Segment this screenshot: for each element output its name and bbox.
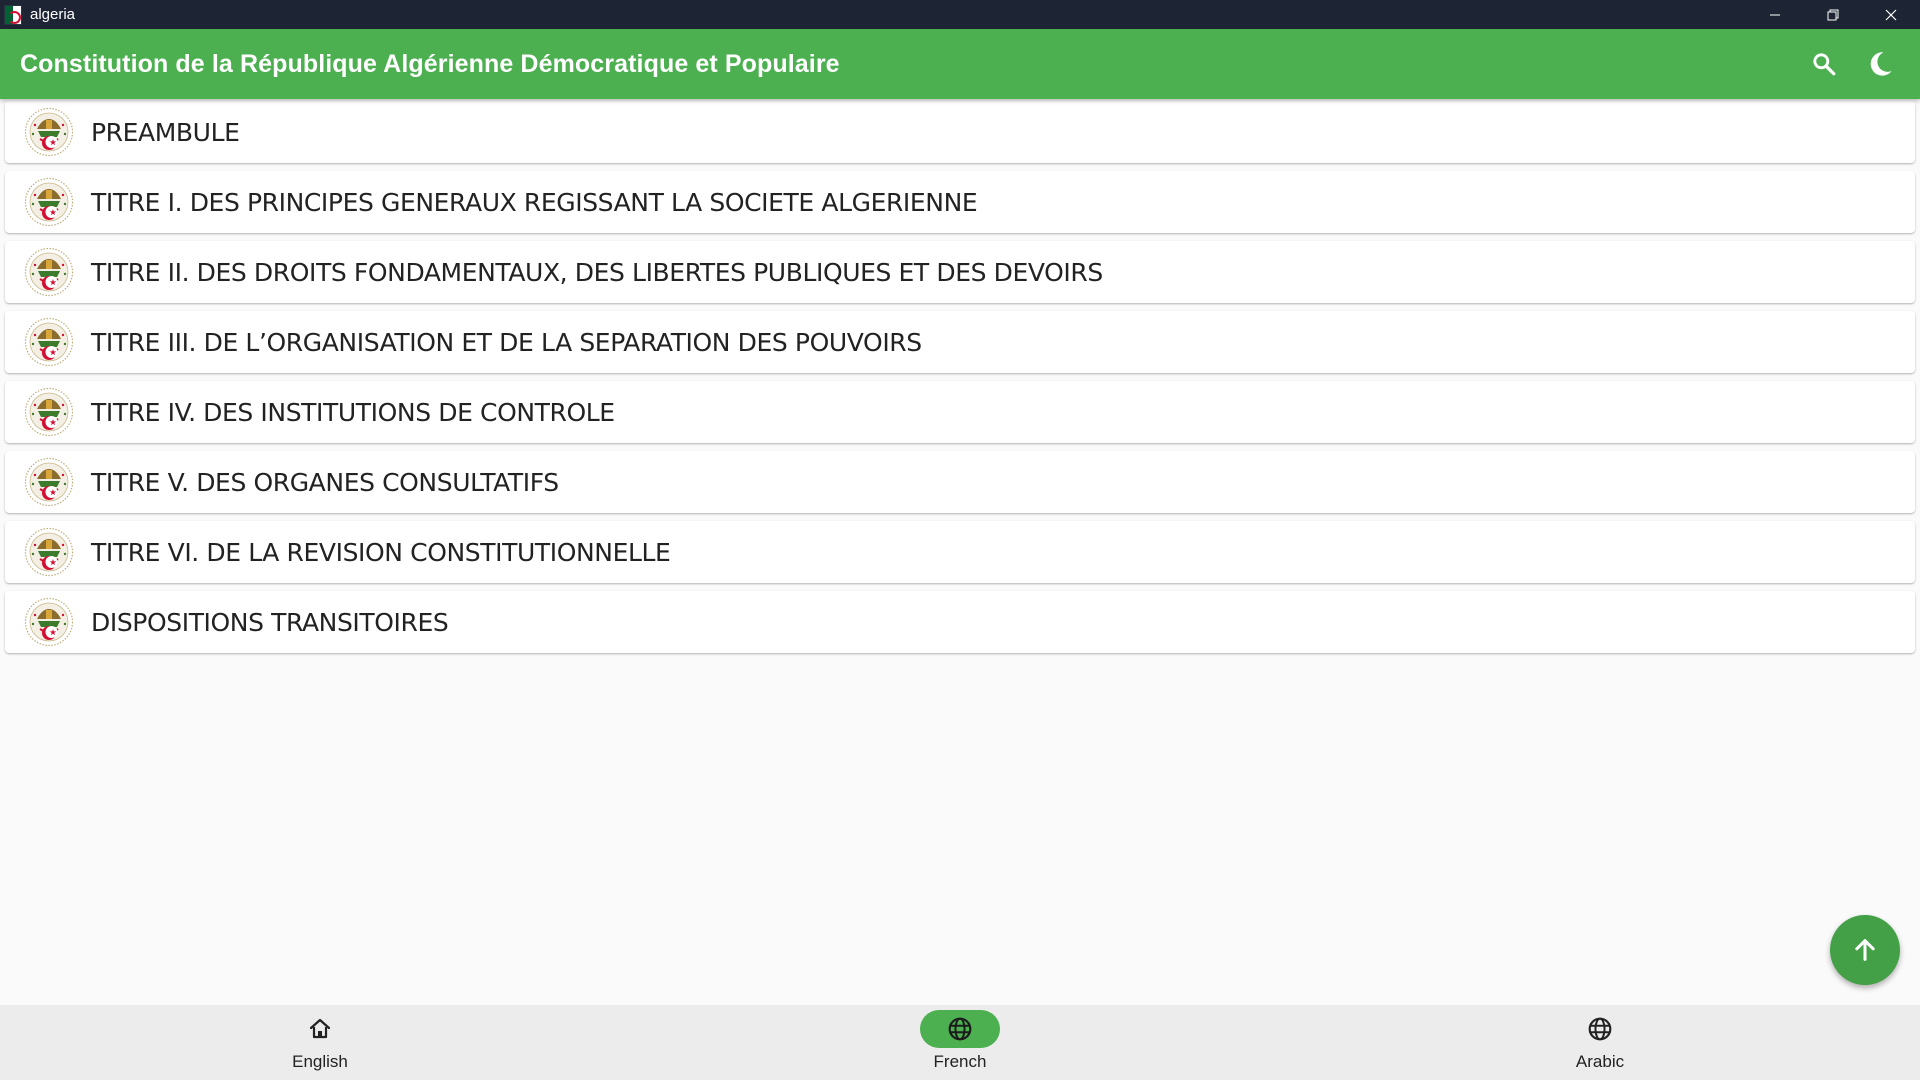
- search-icon: [1813, 53, 1836, 76]
- list-item[interactable]: TITRE IV. DES INSTITUTIONS DE CONTROLE: [5, 381, 1915, 443]
- list-item-label: PREAMBULE: [91, 117, 240, 147]
- nav-label: Arabic: [1575, 1052, 1625, 1071]
- list-item[interactable]: TITRE I. DES PRINCIPES GENERAUX REGISSAN…: [5, 171, 1915, 233]
- page-title: Constitution de la République Algérienne…: [20, 49, 840, 78]
- list-item-label: TITRE II. DES DROITS FONDAMENTAUX, DES L…: [91, 257, 1103, 287]
- dark-mode-button[interactable]: [1854, 38, 1906, 90]
- nav-icon-container: [920, 1010, 1000, 1048]
- nav-icon-container: [280, 1010, 360, 1048]
- algeria-emblem-icon: [24, 597, 74, 647]
- globe-icon: [948, 1017, 972, 1041]
- list-item-label: TITRE I. DES PRINCIPES GENERAUX REGISSAN…: [91, 187, 978, 217]
- algeria-emblem-icon: [24, 247, 74, 297]
- window-title: algeria: [30, 6, 76, 23]
- arrow-up-icon: [1855, 939, 1875, 961]
- algeria-emblem-icon: [24, 457, 74, 507]
- home-icon: [309, 1018, 331, 1039]
- nav-item-french[interactable]: French: [640, 1005, 1280, 1080]
- minimize-button[interactable]: [1746, 0, 1804, 29]
- algeria-emblem-icon: [24, 317, 74, 367]
- list-item[interactable]: DISPOSITIONS TRANSITOIRES: [5, 591, 1915, 653]
- nav-item-english[interactable]: English: [0, 1005, 640, 1080]
- search-button[interactable]: [1798, 38, 1850, 90]
- appbar-actions: [1794, 38, 1906, 90]
- app-bar: Constitution de la République Algérienne…: [0, 29, 1920, 99]
- list-item-label: TITRE V. DES ORGANES CONSULTATIFS: [91, 467, 559, 497]
- dark-mode-icon: [1870, 52, 1892, 76]
- list-item[interactable]: TITRE VI. DE LA REVISION CONSTITUTIONNEL…: [5, 521, 1915, 583]
- algeria-emblem-icon: [24, 107, 74, 157]
- window-titlebar: algeria: [0, 0, 1920, 29]
- list-item[interactable]: TITRE III. DE L’ORGANISATION ET DE LA SE…: [5, 311, 1915, 373]
- close-button[interactable]: [1862, 0, 1920, 29]
- restore-button[interactable]: [1804, 0, 1862, 29]
- list-item-label: TITRE VI. DE LA REVISION CONSTITUTIONNEL…: [91, 537, 671, 567]
- algeria-emblem-icon: [24, 177, 74, 227]
- bottom-navigation: English French Arabic: [0, 1005, 1920, 1080]
- list-item-label: TITRE III. DE L’ORGANISATION ET DE LA SE…: [91, 327, 922, 357]
- window-controls: [1746, 0, 1920, 29]
- algeria-flag-icon: [4, 4, 22, 25]
- scroll-to-top-button[interactable]: [1830, 915, 1900, 985]
- nav-icon-container: [1560, 1010, 1640, 1048]
- algeria-emblem-icon: [24, 527, 74, 577]
- list-item[interactable]: TITRE II. DES DROITS FONDAMENTAUX, DES L…: [5, 241, 1915, 303]
- algeria-emblem-icon: [24, 387, 74, 437]
- minimize-icon: [1770, 14, 1780, 15]
- list-item[interactable]: TITRE V. DES ORGANES CONSULTATIFS: [5, 451, 1915, 513]
- nav-label: French: [933, 1052, 987, 1071]
- list-item[interactable]: PREAMBULE: [5, 101, 1915, 163]
- close-icon: [1885, 9, 1897, 20]
- restore-icon: [1827, 9, 1839, 20]
- list-item-label: TITRE IV. DES INSTITUTIONS DE CONTROLE: [91, 397, 615, 427]
- nav-label: English: [292, 1052, 348, 1071]
- chapter-list: PREAMBULE TITRE I. DES PRINCIPES GENERAU…: [5, 101, 1915, 661]
- globe-icon: [1588, 1017, 1612, 1041]
- nav-item-arabic[interactable]: Arabic: [1280, 1005, 1920, 1080]
- list-item-label: DISPOSITIONS TRANSITOIRES: [91, 607, 449, 637]
